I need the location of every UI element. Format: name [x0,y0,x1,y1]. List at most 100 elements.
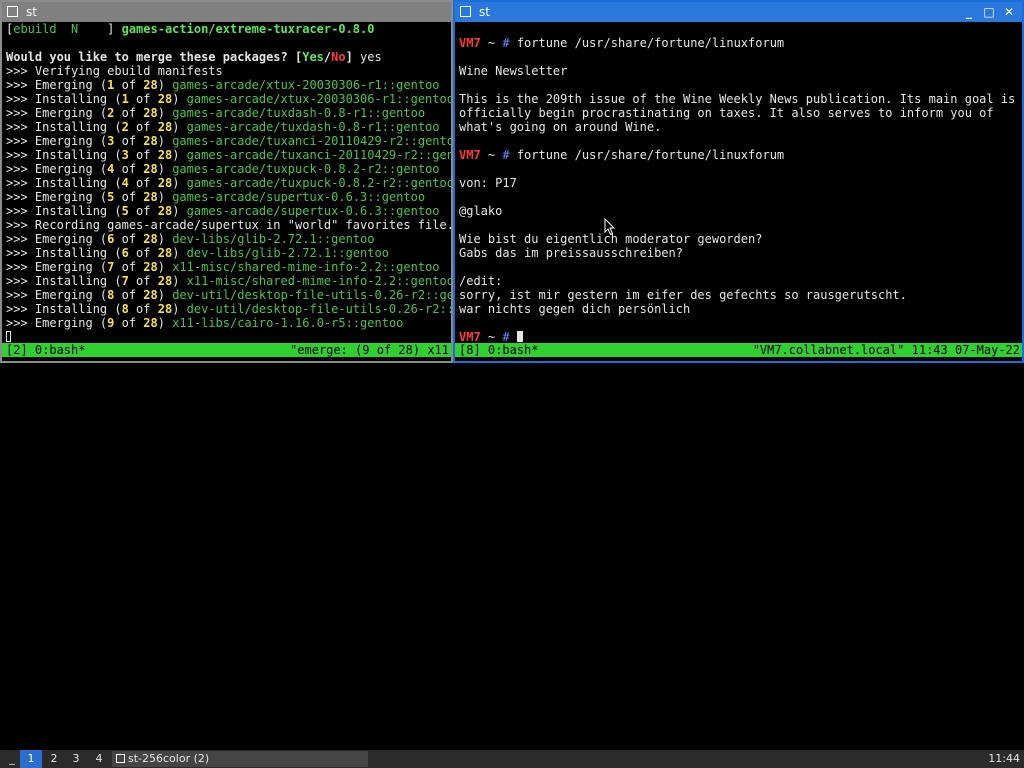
terminal-text: >>> Installing ( [6,246,122,260]
taskbar-task-button[interactable]: st-256color (2) [112,751,368,767]
terminal-text: # [502,330,510,343]
terminal-line: sorry, ist mir gestern im eifer des gefe… [459,288,1022,302]
terminal-text: >>> Recording games-arcade/supertux in "… [6,218,451,232]
terminal-text: ) [157,288,173,302]
terminal-text: ) [157,134,173,148]
terminal-text: games-arcade/tuxanci-20110429-r2::gentoo [186,148,451,162]
terminal-line: >>> Recording games-arcade/supertux in "… [6,218,451,232]
terminal-text: games-arcade/supertux-0.6.3::gentoo [186,204,440,218]
terminal-text: VM7 [459,36,481,50]
terminal-window-right[interactable]: st _ □ ✕ VM7 ~ # fortune /usr/share/fort… [453,0,1024,363]
terminal-text: 8 [121,302,129,316]
terminal-text: x11-misc/shared-mime-info-2.2::gentoo [186,274,451,288]
terminal-output[interactable]: VM7 ~ # fortune /usr/share/fortune/linux… [455,22,1022,343]
terminal-text: >>> Installing ( [6,92,122,106]
terminal-text: >>> Emerging ( [6,134,108,148]
terminal-text: of [128,176,158,190]
terminal-text: 28 [143,162,158,176]
maximize-button[interactable]: □ [980,2,998,22]
terminal-text: 28 [157,302,173,316]
status-right: "emerge: (9 of 28) x11 [290,343,449,357]
terminal-line: what's going on around Wine. [459,120,1022,134]
workspace-4-button[interactable]: 4 [89,750,109,768]
terminal-text: von: P17 [459,176,517,190]
terminal-text: >>> Verifying ebuild manifests [6,64,223,78]
terminal-text: 28 [157,120,173,134]
terminal-text: 28 [157,176,173,190]
workspace-1-button[interactable]: 1 [20,750,42,768]
terminal-text: fortune /usr/share/fortune/linuxforum [509,148,785,162]
terminal-line: Gabs das im preissausschreiben? [459,246,1022,260]
terminal-text: sorry, ist mir gestern im eifer des gefe… [459,288,907,302]
terminal-text: games-arcade/tuxanci-20110429-r2::gentoo [172,134,451,148]
terminal-text: officially begin procrastinating on taxe… [459,106,994,120]
window-icon [460,6,471,17]
window-titlebar[interactable]: st [2,2,451,22]
terminal-text: 5 [121,204,129,218]
terminal-text: ) [172,246,187,260]
terminal-text: what's going on around Wine. [459,120,662,134]
layout-indicator[interactable]: _ [6,750,18,768]
terminal-text: games-action/extreme-tuxracer-0.8.0 [121,22,375,36]
tmux-status-bar: [2] 0:bash* "emerge: (9 of 28) x11 [2,343,451,357]
terminal-text: of [114,162,144,176]
terminal-text: 28 [143,288,158,302]
terminal-line: Wie bist du eigentlich moderator geworde… [459,232,1022,246]
minimize-button[interactable]: _ [960,2,978,22]
terminal-text: dev-util/desktop-file-utils-0.26-r2::gen… [172,288,451,302]
terminal-text: 3 [121,148,129,162]
terminal-text: /edit: [459,274,503,288]
terminal-text: 28 [143,232,158,246]
terminal-window-left[interactable]: st [ebuild N ] games-action/extreme-tuxr… [0,0,453,363]
terminal-text: ) [172,148,187,162]
terminal-text: dev-util/desktop-file-utils-0.26-r2::gen… [186,302,451,316]
workspace-2-button[interactable]: 2 [44,750,64,768]
terminal-text: >>> Emerging ( [6,232,108,246]
terminal-text: # [502,148,510,162]
terminal-text: of [114,134,144,148]
terminal-line: >>> Emerging (9 of 28) x11-libs/cairo-1.… [6,316,451,330]
terminal-line: >>> Emerging (4 of 28) games-arcade/tuxp… [6,162,451,176]
terminal-text: >>> Installing ( [6,148,122,162]
terminal-line: /edit: [459,274,1022,288]
terminal-line: >>> Installing (2 of 28) games-arcade/tu… [6,120,451,134]
terminal-text: of [114,288,144,302]
terminal-text: of [114,260,144,274]
terminal-text: 28 [143,190,158,204]
terminal-line: >>> Emerging (6 of 28) dev-libs/glib-2.7… [6,232,451,246]
terminal-line: >>> Installing (1 of 28) games-arcade/xt… [6,92,451,106]
terminal-text: games-arcade/tuxdash-0.8-r1::gentoo [186,120,440,134]
terminal-text: # [502,36,510,50]
terminal-text: >>> Installing ( [6,120,122,134]
terminal-line: >>> Emerging (1 of 28) games-arcade/xtux… [6,78,451,92]
window-titlebar[interactable]: st _ □ ✕ [455,2,1022,22]
terminal-text: of [114,106,144,120]
terminal-text: games-arcade/xtux-20030306-r1::gentoo [172,78,440,92]
terminal-text: games-arcade/tuxpuck-0.8.2-r2::gentoo [172,162,440,176]
terminal-text: ) [157,78,173,92]
taskbar: _ 1234 st-256color (2) 11:44 [0,750,1024,768]
terminal-line: >>> Installing (6 of 28) dev-libs/glib-2… [6,246,451,260]
workspace-3-button[interactable]: 3 [66,750,86,768]
terminal-text: ) [172,274,187,288]
terminal-text: dev-libs/glib-2.72.1::gentoo [172,232,375,246]
terminal-text: VM7 [459,148,481,162]
terminal-text: of [128,302,158,316]
terminal-text: dev-libs/glib-2.72.1::gentoo [186,246,389,260]
terminal-text: 28 [157,204,173,218]
terminal-line: von: P17 [459,176,1022,190]
terminal-line: >>> Installing (7 of 28) x11-misc/shared… [6,274,451,288]
window-icon [7,6,18,17]
clock: 11:44 [988,752,1020,765]
terminal-line: >>> Emerging (7 of 28) x11-misc/shared-m… [6,260,451,274]
close-button[interactable]: ✕ [1000,2,1018,22]
terminal-output[interactable]: [ebuild N ] games-action/extreme-tuxrace… [2,22,451,343]
terminal-text: ) [157,162,173,176]
terminal-line: VM7 ~ # [459,330,1022,343]
terminal-text: x11-misc/shared-mime-info-2.2::gentoo [172,260,440,274]
task-label: st-256color (2) [128,752,210,765]
terminal-line: >>> Installing (5 of 28) games-arcade/su… [6,204,451,218]
